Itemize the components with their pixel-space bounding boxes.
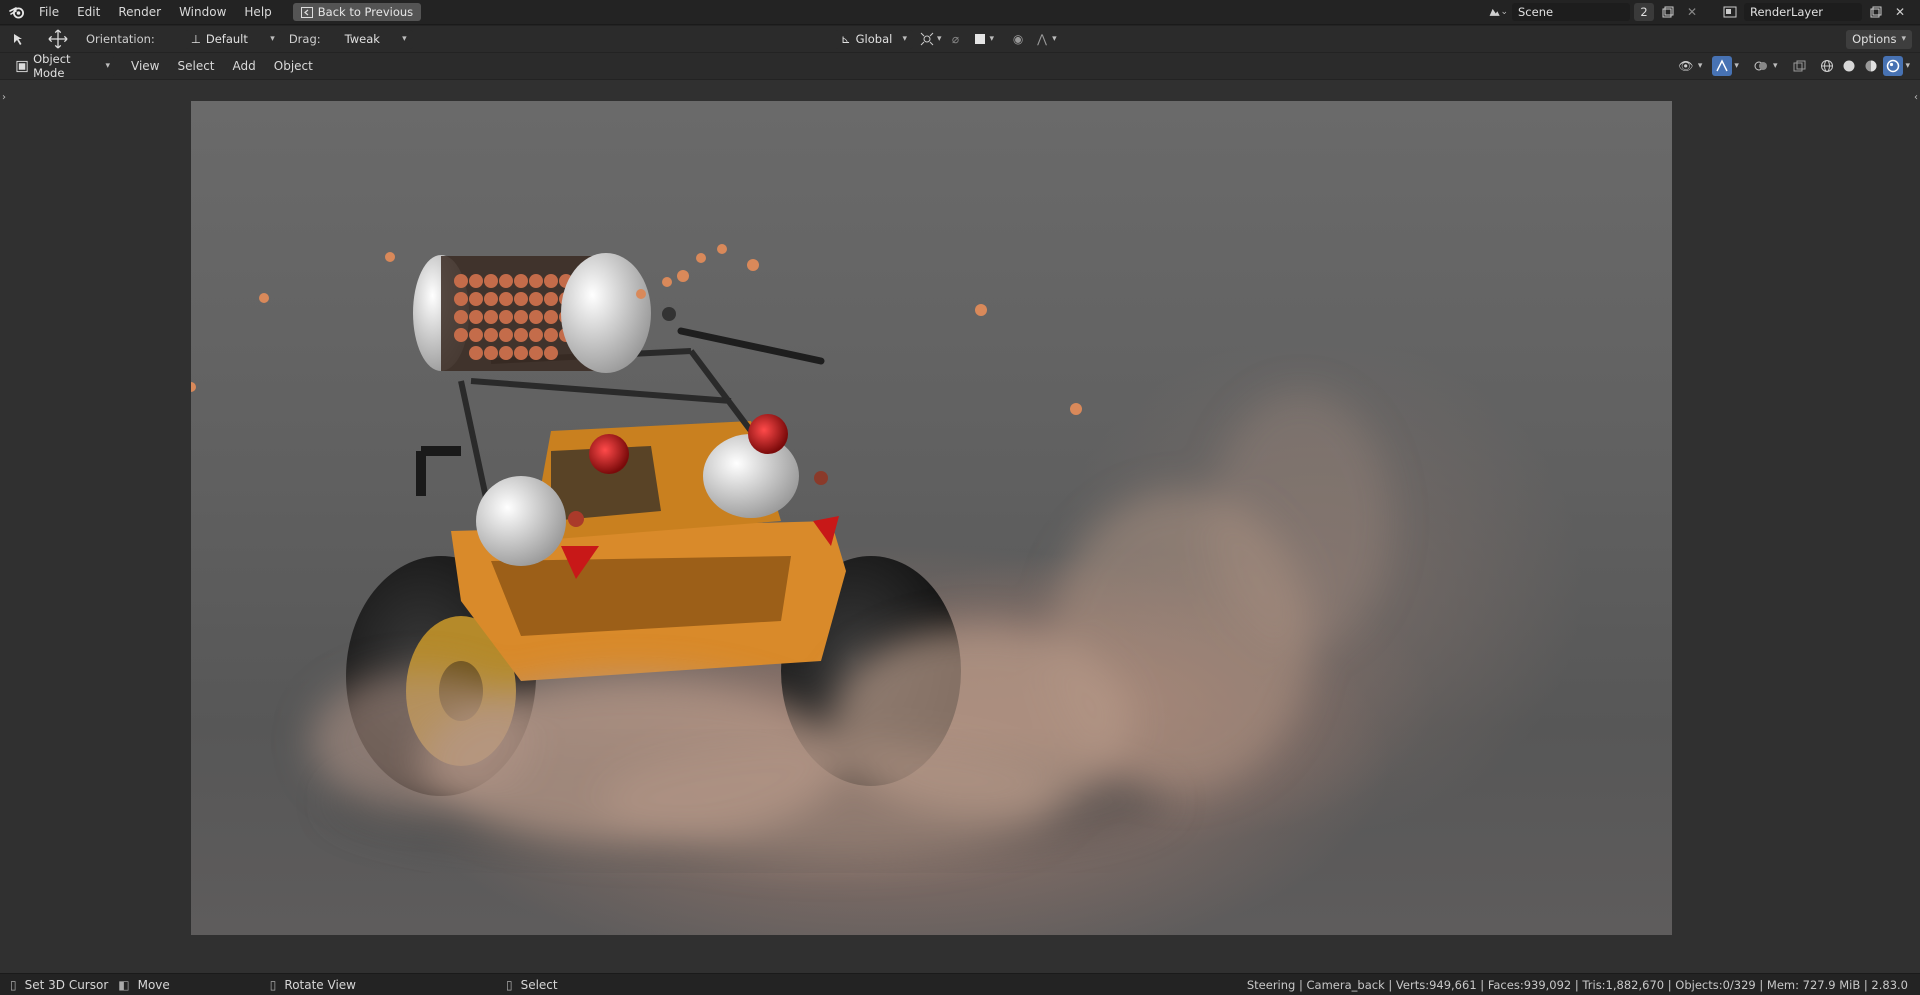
rendered-shading-icon[interactable] <box>1883 56 1904 76</box>
object-visibility-icon[interactable]: 👁 <box>1676 56 1696 76</box>
snap-element-icon[interactable] <box>970 29 990 49</box>
mouse-move-icon: ◧ <box>118 977 130 992</box>
xray-toggle-icon[interactable] <box>1789 56 1809 76</box>
transform-orientation-value: Global <box>855 32 893 46</box>
mouse-right-icon: ▯ <box>505 977 513 992</box>
delete-view-layer-icon[interactable]: ✕ <box>1890 2 1910 22</box>
solid-shading-icon[interactable] <box>1839 56 1859 76</box>
delete-scene-icon[interactable]: ✕ <box>1682 2 1702 22</box>
drag-value: Tweak <box>344 32 380 46</box>
status-hint-move: Move <box>137 977 170 992</box>
sidebar-expand-arrow-icon[interactable]: ‹ <box>1914 92 1918 103</box>
snap-toggle-icon[interactable]: ⌀ <box>946 29 966 49</box>
show-overlays-icon[interactable] <box>1751 56 1771 76</box>
proportional-editing-icon[interactable]: ◉ <box>1008 29 1028 49</box>
screen-back-icon <box>300 6 313 18</box>
scene-selector-icon[interactable]: ⌄ <box>1488 2 1508 22</box>
material-preview-shading-icon[interactable] <box>1861 56 1881 76</box>
drag-dropdown[interactable]: Tweak ▾ <box>338 29 413 49</box>
menu-render[interactable]: Render <box>109 1 170 23</box>
move-tool-icon[interactable] <box>48 29 68 49</box>
scene-statistics: Steering | Camera_back | Verts:949,661 |… <box>1246 977 1908 992</box>
back-to-previous-label: Back to Previous <box>317 5 414 19</box>
status-hint-select: Select <box>520 977 558 992</box>
rendered-vehicle-image <box>191 244 1391 861</box>
3d-viewport[interactable]: › ‹ <box>0 80 1920 973</box>
select-tool-icon[interactable] <box>10 29 30 49</box>
new-view-layer-icon[interactable] <box>1866 2 1886 22</box>
transform-orientation-dropdown[interactable]: ⊾ Global ▾ <box>835 29 913 49</box>
menu-object[interactable]: Object <box>265 55 322 77</box>
mouse-left-icon: ▯ <box>10 977 17 992</box>
menu-window[interactable]: Window <box>170 1 235 23</box>
scene-name: Scene <box>1518 5 1554 19</box>
show-gizmo-icon[interactable] <box>1712 56 1733 76</box>
options-dropdown[interactable]: Options ▾ <box>1846 29 1912 49</box>
orientation-label: Orientation: <box>86 32 155 46</box>
view-layer-field[interactable]: RenderLayer <box>1744 3 1862 21</box>
menu-file[interactable]: File <box>30 1 68 23</box>
chevron-down-icon: ▾ <box>1901 34 1906 44</box>
chevron-down-icon: ▾ <box>402 34 407 44</box>
chevron-down-icon: ▾ <box>270 34 275 44</box>
object-mode-icon <box>16 60 28 72</box>
status-bar: ▯ Set 3D Cursor ◧ Move ▯ Rotate View ▯ S… <box>0 973 1920 995</box>
mouse-middle-icon: ▯ <box>269 977 277 992</box>
drag-label: Drag: <box>288 32 321 46</box>
scene-users-count: 2 <box>1634 3 1654 21</box>
object-mode-label: Object Mode <box>33 52 71 80</box>
menu-help[interactable]: Help <box>235 1 280 23</box>
menu-add[interactable]: Add <box>224 55 265 77</box>
camera-render-view <box>191 101 1672 935</box>
chevron-down-icon: ▾ <box>105 61 110 71</box>
pivot-point-icon[interactable] <box>917 29 937 49</box>
scene-users-label: 2 <box>1640 5 1648 19</box>
blender-logo-icon[interactable] <box>4 0 30 25</box>
scene-name-field[interactable]: Scene <box>1512 3 1630 21</box>
falloff-curve-icon[interactable]: ⋀ <box>1032 29 1052 49</box>
menu-edit[interactable]: Edit <box>68 1 109 23</box>
menu-view[interactable]: View <box>122 55 168 77</box>
chevron-down-icon: ▾ <box>902 34 907 44</box>
viewport-header: Object Mode ▾ View Select Add Object 👁 ▾… <box>0 52 1920 80</box>
status-hint-rotate-view: Rotate View <box>284 977 356 992</box>
options-label: Options <box>1852 32 1897 46</box>
wireframe-shading-icon[interactable] <box>1817 56 1837 76</box>
menu-select[interactable]: Select <box>168 55 223 77</box>
orientation-dropdown[interactable]: ⊥ Default ▾ <box>184 29 281 49</box>
global-axes-icon: ⊾ <box>841 32 851 46</box>
axes-icon: ⊥ <box>190 32 201 46</box>
view-layer-name: RenderLayer <box>1750 5 1824 19</box>
status-hint-set-3d-cursor: Set 3D Cursor <box>24 977 109 992</box>
view-layer-selector-icon[interactable] <box>1720 2 1740 22</box>
back-to-previous-button[interactable]: Back to Previous <box>292 3 422 21</box>
tool-settings-header: Orientation: ⊥ Default ▾ Drag: Tweak ▾ ⊾… <box>0 26 1920 52</box>
orientation-value: Default <box>205 32 248 46</box>
toolbar-expand-arrow-icon[interactable]: › <box>2 92 6 103</box>
top-bar: File Edit Render Window Help Back to Pre… <box>0 0 1920 25</box>
new-scene-icon[interactable] <box>1658 2 1678 22</box>
object-mode-dropdown[interactable]: Object Mode ▾ <box>10 52 116 80</box>
